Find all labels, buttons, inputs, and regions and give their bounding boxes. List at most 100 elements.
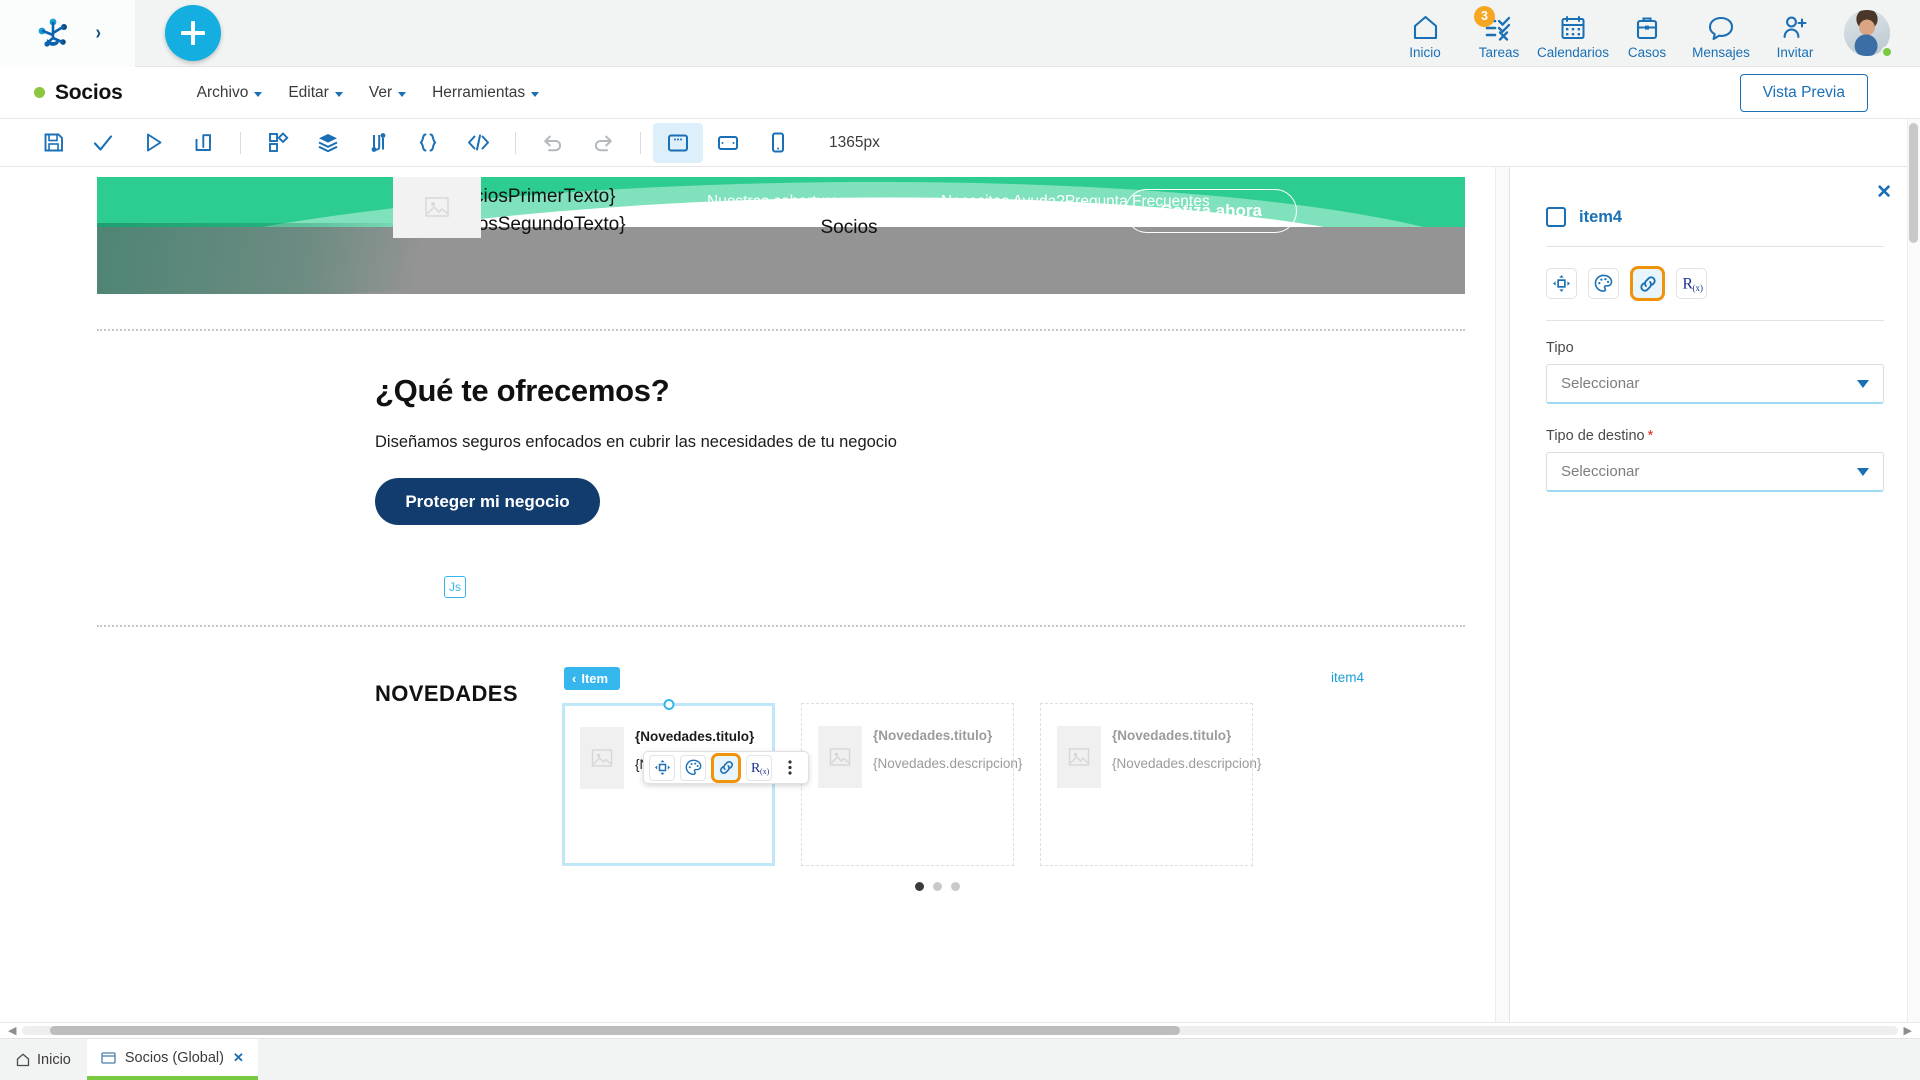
resize-handle[interactable]	[663, 699, 674, 710]
add-button[interactable]	[165, 5, 221, 61]
hero-link-1[interactable]: Nuestras coberturas	[707, 193, 847, 211]
nav-item-mensajes[interactable]: Mensajes	[1684, 0, 1758, 67]
tab-socios-global[interactable]: Socios (Global) ✕	[86, 1039, 258, 1080]
required-marker: *	[1647, 428, 1654, 444]
close-icon[interactable]: ✕	[1876, 183, 1892, 202]
components-icon[interactable]	[253, 123, 303, 163]
novedades-carousel[interactable]: ‹ Item item4 {Novedades.titulo} {Novedad…	[562, 667, 1462, 891]
menu-editar[interactable]: Editar	[288, 84, 343, 102]
menu-label: Editar	[288, 83, 329, 101]
desktop-icon[interactable]	[653, 122, 703, 163]
js-badge[interactable]: Js	[444, 576, 466, 598]
nav-item-calendarios[interactable]: Calendarios	[1536, 0, 1610, 67]
chevron-down-icon	[254, 91, 263, 97]
layers-icon[interactable]	[303, 123, 353, 163]
card-description: {Novedades.descripcion}	[873, 756, 1023, 771]
variables-icon[interactable]	[403, 123, 453, 163]
properties-panel: ✕ item4 R (x) Tipo Seleccionar Tipo de d…	[1510, 167, 1920, 1022]
position-icon[interactable]	[649, 754, 675, 781]
chevron-down-icon	[1857, 379, 1869, 388]
preview-button[interactable]: Vista Previa	[1739, 73, 1868, 112]
card-title: {Novedades.titulo}	[873, 728, 993, 743]
carousel-dots[interactable]	[412, 882, 1462, 891]
canvas-vertical-scrollbar[interactable]	[1495, 167, 1509, 1022]
card-image-placeholder[interactable]	[580, 727, 624, 789]
panel-divider	[1546, 320, 1884, 321]
run-icon[interactable]	[128, 123, 178, 163]
viewport-size-label[interactable]: 1365px	[829, 134, 880, 152]
avatar[interactable]	[1832, 0, 1902, 67]
scroll-left-icon[interactable]: ◀	[8, 1024, 16, 1037]
panel-tabs: R (x)	[1546, 266, 1884, 301]
hero-section[interactable]: {SociosPrimerTexto} {SociosSegundoTexto}…	[97, 177, 1465, 294]
field-label: Tipo	[1546, 340, 1574, 356]
app-vertical-scrollbar[interactable]	[1907, 119, 1920, 1022]
more-vertical-icon[interactable]	[777, 754, 803, 781]
novedades-card[interactable]: {Novedades.titulo} {Novedades.descripcio…	[801, 703, 1023, 866]
close-tab-icon[interactable]: ✕	[233, 1050, 244, 1066]
code-icon[interactable]	[453, 123, 503, 163]
project-name: Socios	[55, 80, 123, 104]
redo-icon[interactable]	[578, 123, 628, 163]
scroll-thumb[interactable]	[50, 1026, 1181, 1035]
menu-ver[interactable]: Ver	[369, 84, 407, 102]
nav-label: Mensajes	[1692, 44, 1750, 60]
page-canvas[interactable]: {SociosPrimerTexto} {SociosSegundoTexto}…	[97, 167, 1509, 1022]
nav-item-inicio[interactable]: Inicio	[1388, 0, 1462, 67]
horizontal-scrollbar[interactable]: ◀ ▶	[0, 1022, 1920, 1038]
element-checkbox[interactable]	[1546, 207, 1566, 227]
tab-label: Inicio	[37, 1051, 71, 1068]
undo-icon[interactable]	[528, 123, 578, 163]
chat-icon	[1708, 13, 1734, 43]
offer-section[interactable]: ¿Qué te ofrecemos? Diseñamos seguros enf…	[97, 331, 1465, 525]
novedades-card-selected[interactable]: {Novedades.titulo} {Novedades.descripcio…	[562, 699, 784, 866]
canvas-area[interactable]: {SociosPrimerTexto} {SociosSegundoTexto}…	[0, 167, 1510, 1022]
save-icon[interactable]	[28, 123, 78, 163]
nav-item-invitar[interactable]: Invitar	[1758, 0, 1832, 67]
panel-tab-palette-icon[interactable]	[1588, 268, 1619, 299]
menu-archivo[interactable]: Archivo	[197, 84, 263, 102]
link-icon[interactable]	[711, 752, 741, 783]
calendar-icon	[1560, 13, 1586, 43]
formula-icon[interactable]: R (x)	[746, 754, 772, 781]
carousel-dot-active[interactable]	[914, 882, 924, 891]
validate-check-icon[interactable]	[78, 123, 128, 163]
item-breadcrumb-tag[interactable]: ‹ Item	[564, 667, 621, 690]
scroll-track[interactable]	[22, 1026, 1898, 1035]
tab-inicio[interactable]: Inicio	[0, 1039, 87, 1080]
toolbar-divider	[515, 131, 516, 154]
tipo-select[interactable]: Seleccionar	[1546, 364, 1884, 404]
field-label: Tipo de destino *	[1546, 428, 1884, 444]
app-logo-icon[interactable]	[33, 13, 73, 53]
tipo-destino-select[interactable]: Seleccionar	[1546, 452, 1884, 492]
panel-tab-formula-icon[interactable]: R (x)	[1676, 268, 1707, 299]
hero-subtitle: Socios	[820, 217, 878, 238]
home-icon	[1412, 13, 1439, 43]
briefcase-icon	[1635, 13, 1659, 43]
hero-cta-button[interactable]: Cotiza ahora	[1124, 189, 1297, 233]
hero-image-placeholder[interactable]	[393, 177, 481, 238]
panel-tab-position-icon[interactable]	[1546, 268, 1577, 299]
section-divider	[97, 625, 1465, 627]
card-image-placeholder[interactable]	[818, 726, 862, 788]
tablet-icon[interactable]	[703, 123, 753, 163]
nav-item-casos[interactable]: Casos	[1610, 0, 1684, 67]
card-image-placeholder[interactable]	[1057, 726, 1101, 788]
scroll-right-icon[interactable]: ▶	[1904, 1024, 1912, 1037]
global-nav: Inicio 3 Tareas Calendarios Casos Mensaj…	[1388, 0, 1920, 67]
nav-item-tareas[interactable]: 3 Tareas	[1462, 0, 1536, 67]
offer-cta-button[interactable]: Proteger mi negocio	[375, 478, 600, 525]
publish-icon[interactable]	[178, 123, 228, 163]
novedades-card[interactable]: {Novedades.titulo} {Novedades.descripcio…	[1040, 703, 1261, 866]
mobile-icon[interactable]	[753, 123, 803, 163]
novedades-section[interactable]: NOVEDADES ‹ Item item4 {Novedades.titulo…	[97, 667, 1465, 891]
palette-icon[interactable]	[680, 754, 706, 781]
carousel-dot[interactable]	[932, 882, 942, 891]
panel-tab-link-icon[interactable]	[1630, 266, 1665, 301]
menu-list: Archivo Editar Ver Herramientas	[197, 84, 540, 102]
carousel-dot[interactable]	[950, 882, 960, 891]
scroll-thumb[interactable]	[1909, 123, 1918, 243]
expand-sidebar-icon[interactable]: ›	[96, 23, 101, 43]
menu-herramientas[interactable]: Herramientas	[432, 84, 540, 102]
flow-icon[interactable]	[353, 123, 403, 163]
